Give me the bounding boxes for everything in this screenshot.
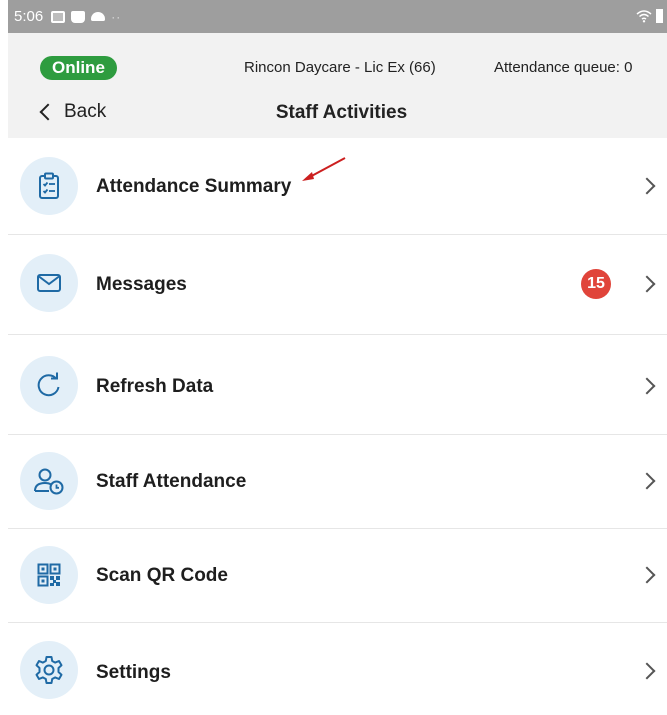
- annotation-arrow-icon: [302, 157, 346, 181]
- attendance-queue: Attendance queue: 0: [494, 59, 633, 76]
- menu-item-label: Scan QR Code: [96, 565, 228, 586]
- app-screen: 5:06 ·· Online Rincon Daycare - Lic Ex (…: [8, 0, 667, 715]
- chevron-left-icon: [39, 103, 57, 121]
- menu-item-settings[interactable]: Settings: [8, 623, 667, 715]
- icon-circle: [20, 546, 78, 604]
- clipboard-checklist-icon: [39, 172, 59, 199]
- center-name: Rincon Daycare - Lic Ex (66): [244, 59, 436, 76]
- chevron-right-icon: [638, 566, 656, 584]
- status-bar: 5:06 ··: [8, 0, 667, 33]
- page-title: Staff Activities: [275, 102, 408, 123]
- person-clock-icon: [34, 468, 64, 495]
- menu-item-staff-attendance[interactable]: Staff Attendance: [8, 435, 667, 529]
- menu-item-messages[interactable]: Messages 15: [8, 235, 667, 335]
- icon-circle: [20, 157, 78, 215]
- back-label: Back: [64, 101, 107, 122]
- chevron-right-icon: [638, 377, 656, 395]
- icon-circle: [20, 452, 78, 510]
- bag-icon: [71, 10, 86, 23]
- status-time: 5:06: [14, 8, 44, 25]
- menu-item-label: Attendance Summary: [96, 176, 292, 197]
- chevron-right-icon: [638, 275, 656, 293]
- menu-item-scan-qr-code[interactable]: Scan QR Code: [8, 529, 667, 623]
- wifi-icon: [636, 10, 652, 23]
- envelope-icon: [37, 274, 61, 292]
- icon-circle: [20, 641, 78, 699]
- battery-icon: [656, 9, 663, 23]
- icon-circle: [20, 356, 78, 414]
- image-icon: [51, 10, 66, 23]
- unread-count-badge: 15: [581, 269, 611, 299]
- menu-item-refresh-data[interactable]: Refresh Data: [8, 335, 667, 435]
- menu-item-attendance-summary[interactable]: Attendance Summary: [8, 138, 667, 235]
- back-button[interactable]: Back: [38, 101, 106, 123]
- gear-icon: [35, 656, 63, 684]
- app-header: Online Rincon Daycare - Lic Ex (66) Atte…: [8, 33, 667, 138]
- icon-circle: [20, 254, 78, 312]
- cloud-icon: [91, 12, 106, 21]
- online-status-badge: Online: [40, 56, 117, 80]
- refresh-icon: [37, 372, 60, 397]
- menu-item-label: Refresh Data: [96, 376, 214, 397]
- chevron-right-icon: [638, 662, 656, 680]
- menu-item-label: Messages: [96, 274, 187, 295]
- menu-item-label: Staff Attendance: [96, 471, 247, 492]
- chevron-right-icon: [638, 472, 656, 490]
- chevron-right-icon: [638, 177, 656, 195]
- dots-icon: ··: [111, 9, 122, 24]
- status-right: [636, 9, 663, 23]
- qr-code-icon: [37, 563, 61, 587]
- menu-item-label: Settings: [96, 662, 171, 683]
